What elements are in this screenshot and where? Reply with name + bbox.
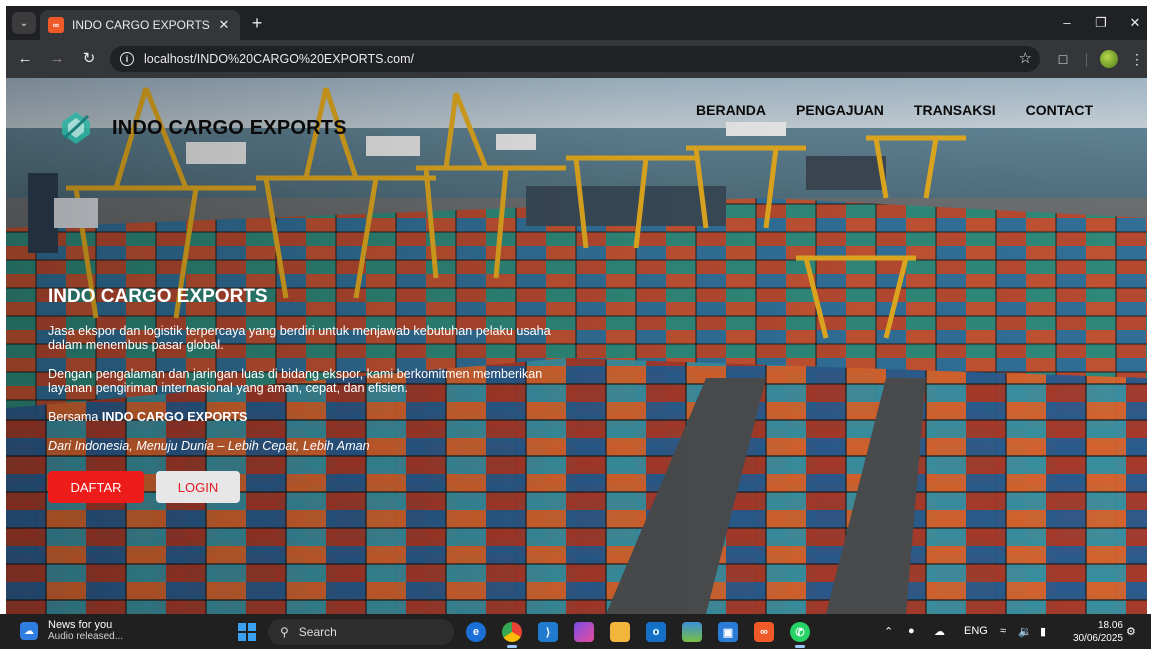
bersama-brand: INDO CARGO EXPORTS [101, 410, 248, 424]
daftar-button[interactable]: DAFTAR [48, 471, 144, 503]
extensions-icon[interactable]: □ [1052, 48, 1074, 70]
address-bar[interactable]: i localhost/INDO%20CARGO%20EXPORTS.com/ … [110, 46, 1040, 72]
volume-icon[interactable]: 🔉 [1018, 625, 1032, 638]
browser-toolbar: ← → ↻ i localhost/INDO%20CARGO%20EXPORTS… [6, 40, 1147, 78]
hero-title: INDO CARGO EXPORTS [48, 286, 268, 307]
tab-title: INDO CARGO EXPORTS [72, 18, 210, 32]
xampp-icon: ∞ [48, 17, 64, 33]
menu-kebab-icon[interactable]: ⋮ [1126, 48, 1147, 70]
outlook-icon[interactable]: o [646, 622, 666, 642]
tab-active[interactable]: ∞ INDO CARGO EXPORTS ✕ [40, 10, 240, 40]
whatsapp-active-indicator [795, 645, 805, 648]
restore-icon[interactable]: ❐ [1090, 12, 1112, 34]
clock-time: 18.06 [1097, 620, 1123, 631]
battery-icon[interactable]: ▮ [1040, 625, 1046, 638]
tray-language[interactable]: ENG [964, 625, 988, 637]
url-text: localhost/INDO%20CARGO%20EXPORTS.com/ [144, 52, 415, 66]
system-clock[interactable]: 18.06 30/06/2025 [1073, 619, 1123, 645]
hero-tagline: Dari Indonesia, Menuju Dunia – Lebih Cep… [48, 439, 370, 453]
close-tab-icon[interactable]: ✕ [216, 17, 232, 33]
main-nav: BERANDA PENGAJUAN TRANSAKSI CONTACT [666, 102, 1093, 118]
page-viewport: INDO CARGO EXPORTS BERANDA PENGAJUAN TRA… [6, 78, 1147, 614]
hero-section: INDO CARGO EXPORTS Jasa ekspor dan logis… [48, 286, 568, 503]
chrome-active-indicator [507, 645, 517, 648]
tray-cloud-icon[interactable]: ☁ [934, 625, 945, 638]
reload-icon[interactable]: ↻ [78, 48, 100, 70]
brand-name: INDO CARGO EXPORTS [112, 116, 347, 139]
new-tab-icon[interactable]: + [246, 12, 268, 34]
clock-date: 30/06/2025 [1072, 633, 1123, 644]
notifications-icon[interactable]: ⚙ [1126, 625, 1136, 638]
tray-app-icon[interactable]: ● [908, 625, 915, 637]
browser-window: ⌄ ∞ INDO CARGO EXPORTS ✕ + – ❐ ✕ ← → ↻ i… [6, 6, 1147, 614]
chrome-icon[interactable] [502, 622, 522, 642]
site-info-icon[interactable]: i [120, 52, 134, 66]
news-icon: ☁ [20, 622, 38, 640]
login-button[interactable]: LOGIN [156, 471, 240, 503]
back-icon[interactable]: ← [14, 48, 36, 70]
toolbar-divider [1086, 53, 1087, 67]
tab-search-icon[interactable]: ⌄ [12, 12, 36, 34]
vscode-icon[interactable]: ⟩ [538, 622, 558, 642]
profile-avatar[interactable] [1100, 50, 1118, 68]
hero-paragraph-2: Dengan pengalaman dan jaringan luas di b… [48, 367, 543, 395]
search-label: Search [298, 625, 337, 639]
close-window-icon[interactable]: ✕ [1124, 12, 1146, 34]
whatsapp-icon[interactable]: ✆ [790, 622, 810, 642]
site-brand[interactable]: INDO CARGO EXPORTS [56, 108, 347, 148]
photos-icon[interactable] [682, 622, 702, 642]
news-title: News for you [48, 619, 113, 631]
nav-pengajuan[interactable]: PENGAJUAN [796, 102, 884, 118]
taskbar-search[interactable]: ⚲ Search [268, 619, 454, 645]
copilot-icon[interactable] [574, 622, 594, 642]
windows-taskbar: ☁ News for you Audio released... ⚲ Searc… [0, 614, 1151, 649]
edge-icon[interactable]: e [466, 622, 486, 642]
bookmark-star-icon[interactable]: ☆ [1019, 49, 1032, 67]
search-icon: ⚲ [280, 625, 289, 639]
wifi-icon[interactable]: ≈ [1000, 625, 1006, 637]
brand-logo-icon [62, 112, 90, 144]
file-explorer-icon[interactable] [610, 622, 630, 642]
hero-bersama: Bersama INDO CARGO EXPORTS [48, 410, 568, 424]
forward-icon[interactable]: → [46, 48, 68, 70]
xampp-taskbar-icon[interactable]: ∞ [754, 622, 774, 642]
store-icon[interactable]: ▣ [718, 622, 738, 642]
news-widget[interactable]: ☁ News for you Audio released... [20, 619, 123, 643]
tray-chevron-up-icon[interactable]: ⌃ [884, 625, 893, 638]
nav-transaksi[interactable]: TRANSAKSI [914, 102, 996, 118]
windows-start-icon[interactable] [238, 623, 256, 641]
news-subtitle: Audio released... [48, 631, 124, 642]
hero-paragraph-1: Jasa ekspor dan logistik terpercaya yang… [48, 324, 551, 352]
minimize-icon[interactable]: – [1056, 12, 1078, 34]
nav-contact[interactable]: CONTACT [1026, 102, 1093, 118]
nav-beranda[interactable]: BERANDA [696, 102, 766, 118]
bersama-prefix: Bersama [48, 410, 102, 424]
tab-strip: ⌄ ∞ INDO CARGO EXPORTS ✕ + – ❐ ✕ [6, 6, 1147, 40]
hero-buttons: DAFTAR LOGIN [48, 471, 568, 503]
